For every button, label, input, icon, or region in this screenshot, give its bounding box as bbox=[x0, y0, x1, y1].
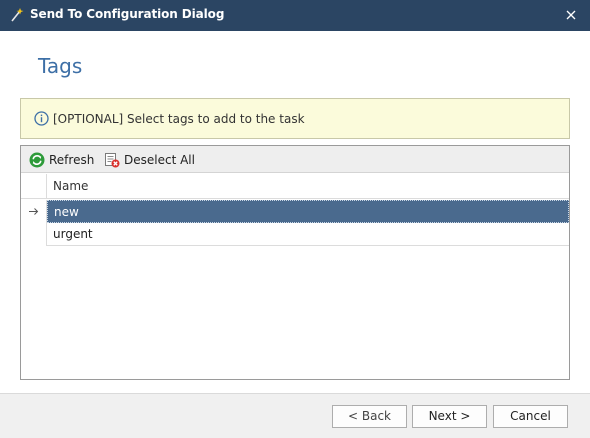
tag-name: urgent bbox=[53, 227, 93, 241]
column-header-name[interactable]: Name bbox=[53, 179, 88, 193]
window-title: Send To Configuration Dialog bbox=[30, 7, 225, 21]
info-icon bbox=[34, 111, 49, 126]
back-button[interactable]: < Back bbox=[332, 405, 407, 428]
row-indicator-header bbox=[21, 174, 47, 199]
table-row[interactable]: urgent bbox=[21, 223, 569, 246]
deselect-all-icon bbox=[105, 152, 120, 167]
arrow-right-icon bbox=[29, 208, 39, 215]
deselect-all-label: Deselect All bbox=[124, 152, 195, 167]
table-row[interactable]: new bbox=[21, 200, 569, 223]
column-header-row: Name bbox=[21, 174, 569, 199]
tags-grid: Refresh Deselect All Name new urgent bbox=[20, 145, 570, 380]
cancel-button[interactable]: Cancel bbox=[493, 405, 568, 428]
refresh-icon bbox=[29, 152, 45, 167]
info-banner: [OPTIONAL] Select tags to add to the tas… bbox=[20, 98, 570, 139]
tag-name-cell[interactable]: new bbox=[47, 200, 569, 223]
grid-toolbar: Refresh Deselect All bbox=[21, 146, 569, 173]
dialog-footer: < Back Next > Cancel bbox=[0, 393, 590, 438]
magic-wand-icon bbox=[11, 8, 24, 22]
row-indicator bbox=[21, 223, 47, 246]
deselect-all-button[interactable]: Deselect All bbox=[104, 150, 195, 169]
tag-name-cell[interactable]: urgent bbox=[47, 223, 569, 246]
info-text: [OPTIONAL] Select tags to add to the tas… bbox=[53, 112, 305, 126]
tag-name: new bbox=[54, 205, 79, 219]
refresh-button[interactable]: Refresh bbox=[29, 150, 94, 169]
page-title: Tags bbox=[38, 54, 83, 78]
row-indicator bbox=[21, 200, 47, 223]
close-icon[interactable] bbox=[560, 5, 582, 25]
title-bar: Send To Configuration Dialog bbox=[0, 0, 590, 31]
next-button[interactable]: Next > bbox=[412, 405, 487, 428]
refresh-label: Refresh bbox=[49, 152, 95, 167]
